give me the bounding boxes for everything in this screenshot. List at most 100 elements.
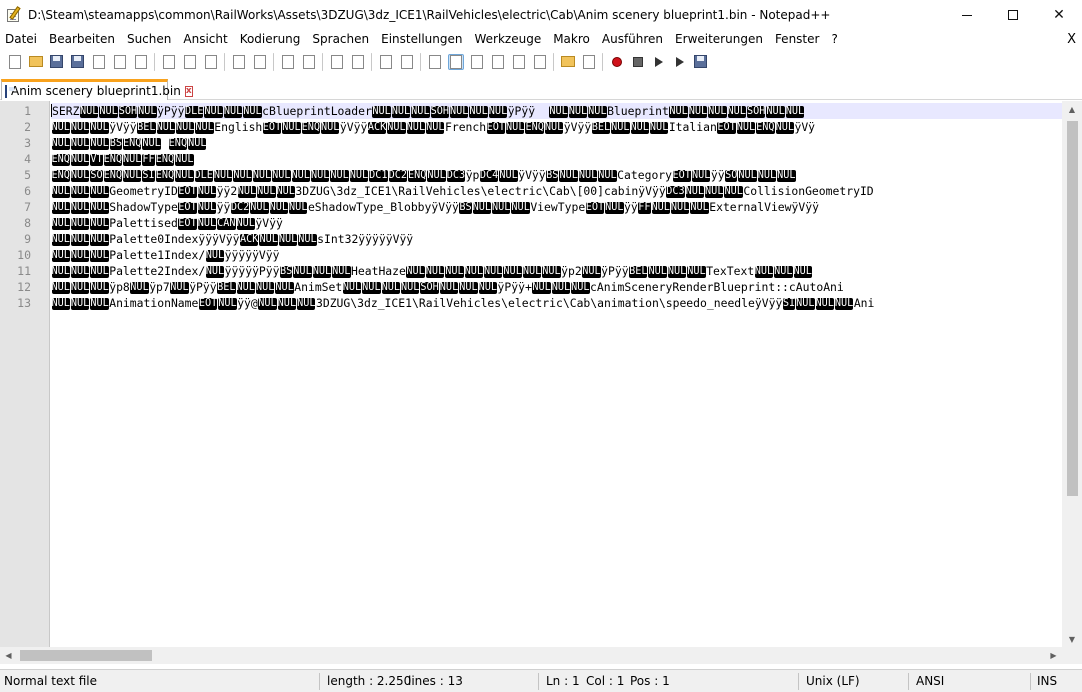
monitoring-button[interactable]: [581, 54, 597, 70]
control-char-badge: NUL: [51, 122, 70, 134]
copy-button[interactable]: [182, 54, 198, 70]
vertical-scroll-thumb[interactable]: [1067, 121, 1078, 496]
menu-item-werkzeuge[interactable]: Werkzeuge: [468, 30, 547, 49]
open-file-button[interactable]: [28, 54, 44, 70]
stop-macro-button[interactable]: [630, 54, 646, 70]
status-eol[interactable]: Unix (LF): [806, 670, 860, 692]
control-char-badge: EOT: [486, 122, 506, 134]
close-window-button[interactable]: ✕: [1036, 0, 1082, 30]
new-file-button[interactable]: [7, 54, 23, 70]
control-char-badge: ENQ: [301, 122, 321, 134]
close-document-button[interactable]: X: [1067, 30, 1076, 49]
control-char-badge: ENQ: [168, 138, 188, 150]
control-char-badge: NUL: [649, 122, 669, 134]
control-char-badge: NUL: [205, 266, 225, 278]
show-all-chars-button[interactable]: [447, 53, 464, 70]
sync-vertical-button[interactable]: [378, 54, 394, 70]
menu-item-makro[interactable]: Makro: [547, 30, 596, 49]
code-line: ENQNULSOENQNULSIENQNULDLENULNULNULNULNUL…: [51, 167, 796, 183]
maximize-icon: [1008, 10, 1018, 20]
save-macro-button[interactable]: [693, 54, 709, 70]
run-macro-multiple-button[interactable]: [672, 54, 688, 70]
control-char-badge: ENQ: [525, 122, 544, 134]
control-char-badge: NUL: [605, 202, 624, 214]
function-list-button[interactable]: [532, 54, 548, 70]
menu-item-sprachen[interactable]: Sprachen: [306, 30, 375, 49]
control-char-badge: NUL: [484, 266, 503, 278]
control-char-badge: NUL: [727, 106, 746, 118]
control-char-badge: ENQ: [123, 138, 142, 150]
tab-close-icon[interactable]: x: [184, 85, 193, 97]
code-line: NULNULNULAnimationNameEOTNULÿÿ@NULNULNUL…: [51, 295, 874, 311]
save-all-button[interactable]: [70, 54, 86, 70]
redo-button[interactable]: [252, 54, 268, 70]
menu-item-ausf-hren[interactable]: Ausführen: [596, 30, 669, 49]
doc-map-icon: [512, 54, 525, 69]
close-all-button[interactable]: [112, 54, 128, 70]
save-button[interactable]: [49, 54, 65, 70]
maximize-button[interactable]: [990, 0, 1036, 30]
control-char-badge: NUL: [90, 298, 109, 310]
control-char-badge: NUL: [571, 282, 590, 294]
folder-workspace-button[interactable]: [560, 54, 576, 70]
word-wrap-button[interactable]: [427, 54, 443, 70]
code-text: 3DZUG\3dz_ICE1\RailVehicles\electric\Cab…: [295, 184, 666, 198]
horizontal-scroll-thumb[interactable]: [20, 650, 152, 661]
replace-button[interactable]: [301, 54, 317, 70]
cut-button[interactable]: [161, 54, 177, 70]
code-text: CollisionGeometryID: [743, 184, 874, 198]
tab-anim-scenery-blueprint[interactable]: Anim scenery blueprint1.bin x: [1, 79, 193, 100]
find-button[interactable]: [280, 54, 296, 70]
code-text: GeometryID: [109, 184, 178, 198]
record-macro-button[interactable]: [609, 54, 625, 70]
paste-button[interactable]: [203, 54, 219, 70]
code-line: NULNULNULPalette0IndexÿÿÿVÿÿACKNULNULNUL…: [51, 231, 413, 247]
menu-item-bearbeiten[interactable]: Bearbeiten: [43, 30, 121, 49]
close-button[interactable]: [91, 54, 107, 70]
control-char-badge: NUL: [549, 106, 568, 118]
horizontal-scrollbar[interactable]: ◀ ▶: [0, 647, 1062, 664]
control-char-badge: NUL: [213, 170, 233, 182]
control-char-badge: NUL: [70, 202, 90, 214]
menu-item-einstellungen[interactable]: Einstellungen: [375, 30, 468, 49]
vertical-scrollbar[interactable]: ▲ ▼: [1062, 101, 1082, 648]
control-char-badge: NUL: [688, 106, 708, 118]
menu-item-fenster[interactable]: Fenster: [769, 30, 826, 49]
minimize-button[interactable]: [944, 0, 990, 30]
scroll-right-icon[interactable]: ▶: [1045, 647, 1062, 664]
doc-map-button[interactable]: [511, 54, 527, 70]
code-text: ÿVÿÿ: [518, 168, 546, 182]
user-language-button[interactable]: [490, 54, 506, 70]
sync-horizontal-button[interactable]: [399, 54, 415, 70]
menu-item-ansicht[interactable]: Ansicht: [177, 30, 233, 49]
status-ln: Ln : 1: [546, 674, 580, 688]
control-char-badge: ENQ: [155, 170, 175, 182]
menu-item-datei[interactable]: Datei: [0, 30, 43, 49]
line-number: 1: [24, 104, 31, 118]
code-line: NULNULNULGeometryIDEOTNULÿÿ2NULNULNUL3DZ…: [51, 183, 874, 199]
scroll-down-icon[interactable]: ▼: [1062, 631, 1082, 648]
indent-guide-button[interactable]: [469, 54, 485, 70]
menu-item-suchen[interactable]: Suchen: [121, 30, 177, 49]
line-number: 5: [24, 168, 31, 182]
text-area[interactable]: SERZNULNULSOHNULÿPÿÿDLENULNULNULcBluepri…: [51, 103, 1062, 648]
status-encoding[interactable]: ANSI: [916, 670, 944, 692]
new-file-icon: [8, 54, 21, 69]
zoom-out-button[interactable]: [350, 54, 366, 70]
menu-item-erweiterungen[interactable]: Erweiterungen: [669, 30, 769, 49]
zoom-in-button[interactable]: [329, 54, 345, 70]
control-char-badge: NUL: [51, 138, 70, 150]
menu-item-help[interactable]: ?: [825, 30, 843, 49]
control-char-badge: NUL: [282, 122, 301, 134]
status-insert-mode[interactable]: INS: [1037, 670, 1057, 692]
play-macro-button[interactable]: [651, 54, 667, 70]
toolbar-separator: [322, 52, 323, 71]
control-char-badge: NUL: [70, 234, 90, 246]
scroll-up-icon[interactable]: ▲: [1062, 101, 1082, 118]
control-char-badge: NUL: [269, 202, 289, 214]
print-button[interactable]: [133, 54, 149, 70]
scroll-left-icon[interactable]: ◀: [0, 647, 17, 664]
code-text: Palettised: [109, 216, 178, 230]
undo-button[interactable]: [231, 54, 247, 70]
menu-item-kodierung[interactable]: Kodierung: [234, 30, 307, 49]
